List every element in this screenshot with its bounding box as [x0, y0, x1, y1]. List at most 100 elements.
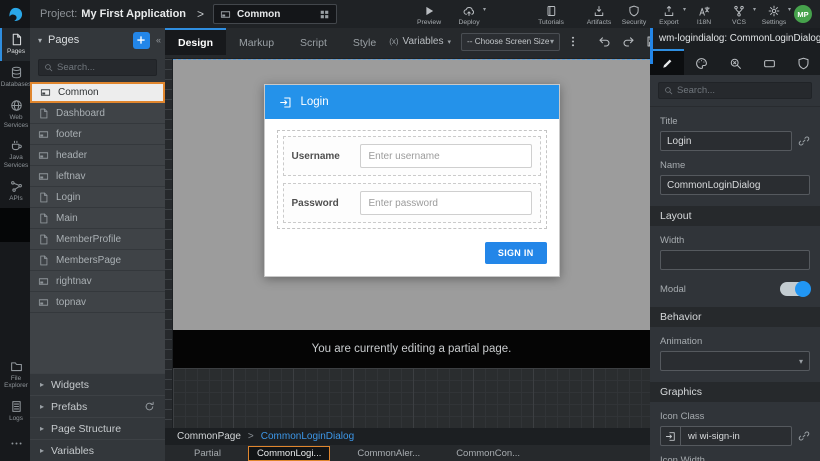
login-dialog[interactable]: Login Username Password: [264, 84, 560, 277]
inspector-body: Title Name Layout Width Modal: [650, 107, 820, 461]
page-list-item[interactable]: leftnav: [30, 166, 165, 187]
rail-item[interactable]: APIs: [0, 175, 30, 208]
page-type-icon: [38, 171, 49, 182]
editor-tab[interactable]: Script: [287, 28, 340, 55]
login-form-outline[interactable]: Username Password: [277, 130, 547, 229]
page-selector-dropdown[interactable]: Common: [213, 4, 337, 24]
caret-right-icon: [40, 446, 44, 455]
pages-search-input[interactable]: [57, 62, 151, 73]
rail-item[interactable]: [0, 428, 30, 461]
icon-class-field-label: Icon Class: [660, 411, 810, 422]
panel-section-header[interactable]: Page Structure: [30, 417, 165, 439]
page-type-icon: [38, 297, 49, 308]
pages-list: Common Dashboard footer header leftnav L…: [30, 82, 165, 373]
app-logo[interactable]: [0, 0, 30, 28]
topbar-action-icon: [423, 5, 435, 17]
collapse-panel-icon[interactable]: [156, 35, 161, 45]
caret-down-icon[interactable]: [38, 36, 42, 45]
bottom-tab[interactable]: CommonAler...: [348, 446, 429, 461]
pages-search: [38, 59, 157, 76]
bottom-tab[interactable]: Partial: [185, 446, 230, 461]
page-list-item[interactable]: header: [30, 145, 165, 166]
page-type-icon: [38, 108, 49, 119]
topbar-action-button[interactable]: I18N: [690, 3, 718, 26]
rail-item[interactable]: Databases: [0, 61, 30, 94]
page-list-item[interactable]: topnav: [30, 292, 165, 313]
animation-field-label: Animation: [660, 336, 810, 347]
breadcrumb-item[interactable]: CommonLoginDialog: [261, 431, 354, 442]
pages-panel-header: Pages: [30, 28, 165, 52]
panel-section-header[interactable]: Prefabs: [30, 395, 165, 417]
more-options-icon[interactable]: [567, 35, 579, 48]
inspector-search: [658, 82, 812, 99]
page-list-item[interactable]: MembersPage: [30, 250, 165, 271]
editor-tab[interactable]: Style: [340, 28, 389, 55]
rail-item[interactable]: Pages: [0, 28, 30, 61]
inspector-tab[interactable]: [650, 49, 684, 75]
page-list-item[interactable]: Common: [30, 82, 165, 103]
topbar-action-button[interactable]: VCS: [725, 3, 753, 26]
animation-select[interactable]: [660, 351, 810, 371]
breadcrumb-item[interactable]: CommonPage: [177, 431, 261, 442]
undo-icon[interactable]: [598, 35, 611, 48]
rail-item[interactable]: Java Services: [0, 134, 30, 174]
rail-item[interactable]: File Explorer: [0, 355, 30, 395]
icon-class-preview: [661, 427, 681, 445]
topbar-action-button[interactable]: Deploy: [455, 3, 483, 26]
variables-dropdown[interactable]: Variables: [389, 36, 451, 47]
inspector-tab[interactable]: [718, 49, 752, 75]
width-field-label: Width: [660, 235, 810, 246]
inspector-tab[interactable]: [684, 49, 718, 75]
bottom-tab[interactable]: CommonCon...: [447, 446, 529, 461]
topbar-action-button[interactable]: Preview: [415, 3, 443, 26]
modal-toggle[interactable]: [780, 282, 810, 296]
username-input[interactable]: [360, 144, 532, 168]
panel-section-header[interactable]: Variables: [30, 439, 165, 461]
add-page-button[interactable]: [133, 32, 150, 49]
page-list-item[interactable]: MemberProfile: [30, 229, 165, 250]
user-avatar[interactable]: MP: [794, 5, 812, 23]
username-row[interactable]: Username: [283, 136, 541, 176]
inspector-tab[interactable]: [786, 49, 820, 75]
page-canvas[interactable]: Login Username Password: [173, 59, 650, 330]
sign-in-button[interactable]: SIGN IN: [485, 242, 547, 264]
inspector-tab-icon: [797, 57, 810, 70]
bottom-tab[interactable]: CommonLogi...: [248, 446, 330, 461]
page-list-item[interactable]: Dashboard: [30, 103, 165, 124]
page-selector-value: Common: [237, 9, 313, 20]
sign-in-icon: [665, 431, 676, 442]
topbar-action-icon: [593, 5, 605, 17]
rail-item[interactable]: Logs: [0, 395, 30, 428]
refresh-icon[interactable]: [144, 401, 155, 412]
page-list-item[interactable]: rightnav: [30, 271, 165, 292]
inspector-search-wrap: [650, 75, 820, 107]
rail-item[interactable]: Web Services: [0, 94, 30, 134]
topbar-action-button[interactable]: Export: [655, 3, 683, 26]
panel-section-header[interactable]: Widgets: [30, 373, 165, 395]
inspector-search-input[interactable]: [677, 85, 806, 96]
screen-size-select[interactable]: -- Choose Screen Size --: [461, 33, 560, 51]
redo-icon[interactable]: [622, 35, 635, 48]
name-field-input[interactable]: [660, 175, 810, 195]
page-list-item[interactable]: Login: [30, 187, 165, 208]
title-field-input[interactable]: [660, 131, 792, 151]
editor-tab[interactable]: Markup: [226, 28, 287, 55]
page-list-item[interactable]: footer: [30, 124, 165, 145]
width-field-input[interactable]: [660, 250, 810, 270]
bind-link-icon[interactable]: [798, 430, 810, 442]
topbar-action-button[interactable]: Settings: [760, 3, 788, 26]
password-row[interactable]: Password: [283, 183, 541, 223]
inspector-tab[interactable]: [752, 49, 786, 75]
topbar-action-button[interactable]: Tutorials: [537, 3, 565, 26]
icon-class-input[interactable]: wi wi-sign-in: [660, 426, 792, 446]
page-list-item[interactable]: Main: [30, 208, 165, 229]
rail-item-icon: [10, 66, 23, 79]
caret-down-icon: [788, 6, 791, 13]
canvas-grid-area: [173, 368, 650, 428]
topbar-action-button[interactable]: Security: [620, 3, 648, 26]
bind-link-icon[interactable]: [798, 135, 810, 147]
editor-tab[interactable]: Design: [165, 28, 226, 55]
topbar-action-button[interactable]: Artifacts: [585, 3, 613, 26]
topbar-action-icon: [698, 5, 710, 17]
password-input[interactable]: [360, 191, 532, 215]
